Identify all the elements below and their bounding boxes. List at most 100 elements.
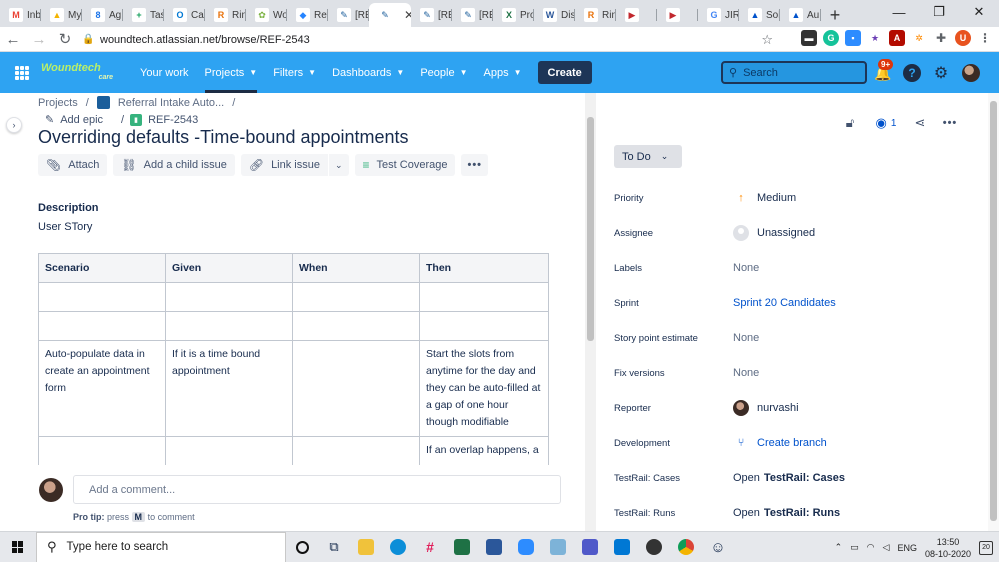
browser-tab[interactable]: ▲ Sol [739, 3, 780, 27]
nav-item-apps[interactable]: Apps ▼ [484, 52, 522, 93]
excel-icon[interactable] [446, 532, 478, 562]
tab-close-icon[interactable]: ✕ [404, 8, 411, 22]
details-scrollbar[interactable] [988, 93, 999, 531]
slack-icon[interactable]: # [414, 532, 446, 562]
issue-title[interactable]: Overriding defaults -Time-bound appointm… [38, 127, 409, 148]
browser-tab[interactable]: 8 Ag [82, 3, 123, 27]
table-cell[interactable] [292, 340, 420, 437]
nav-item-people[interactable]: People ▼ [420, 52, 467, 93]
attach-button[interactable]: 📎︎ Attach [38, 154, 108, 176]
story-type-icon[interactable]: ▮ [130, 113, 143, 126]
browser-tab[interactable]: W Dis [534, 3, 575, 27]
restore-button[interactable]: ❐ [919, 0, 959, 24]
browser-tab[interactable]: ▶ [657, 3, 698, 27]
browser-tab[interactable]: ▲ Au [780, 3, 821, 27]
watch-button[interactable]: ◉ 1 [868, 113, 904, 133]
forward-icon[interactable]: → [26, 31, 52, 48]
grammarly-icon[interactable]: G [823, 30, 839, 46]
expand-sidebar-icon[interactable]: › [6, 117, 22, 133]
bookmark-star-icon[interactable]: ☆ [761, 32, 773, 48]
outlook-icon[interactable] [606, 532, 638, 562]
nav-item-dashboards[interactable]: Dashboards ▼ [332, 52, 404, 93]
taskbar-search[interactable]: ⚲ Type here to search [36, 531, 286, 562]
add-comment-input[interactable]: Add a comment... [73, 475, 561, 504]
browser-tab[interactable]: M Inb [0, 3, 41, 27]
browser-tab[interactable]: ▶ [616, 3, 657, 27]
notification-center-icon[interactable]: 20 [979, 540, 993, 555]
table-cell[interactable] [38, 282, 166, 312]
chevron-up-icon[interactable]: ⌃ [835, 542, 843, 553]
reporter-value[interactable]: nurvashi [733, 400, 799, 416]
url-field[interactable]: 🔒 woundtech.atlassian.net/browse/REF-254… [82, 30, 779, 49]
breadcrumb-projects[interactable]: Projects [38, 97, 78, 109]
browser-tab[interactable]: ✎ ✕ [369, 3, 411, 27]
lock-open-icon[interactable]: 🔓︎ [840, 113, 860, 133]
browser-tab[interactable]: ▲ My [41, 3, 82, 27]
fix-versions-value[interactable]: None [733, 367, 759, 379]
table-cell[interactable]: Start the slots from anytime for the day… [419, 340, 549, 437]
cortana-icon[interactable] [286, 532, 318, 562]
share-icon[interactable]: ⋖ [910, 113, 930, 133]
start-button[interactable] [0, 532, 36, 562]
task-view-icon[interactable]: ⧉ [318, 532, 350, 562]
file-explorer-icon[interactable] [350, 532, 382, 562]
nav-item-filters[interactable]: Filters ▼ [273, 52, 316, 93]
volume-icon[interactable]: ◁ [883, 542, 890, 553]
extension-icon[interactable]: ▬ [801, 30, 817, 46]
search-input[interactable] [743, 66, 854, 79]
browser-tab[interactable]: ✿ Wo [246, 3, 287, 27]
browser-tab[interactable]: R Rin [205, 3, 246, 27]
create-button[interactable]: Create [537, 61, 592, 84]
zoom-extension-icon[interactable]: ▪ [845, 30, 861, 46]
main-scrollbar[interactable] [585, 93, 596, 531]
wifi-icon[interactable]: ◠ [867, 542, 875, 553]
clock[interactable]: 13:50 08-10-2020 [925, 536, 971, 560]
table-cell[interactable] [419, 311, 549, 341]
table-cell[interactable] [419, 282, 549, 312]
profile-icon[interactable]: U [955, 30, 971, 46]
browser-tab[interactable]: O Cal [164, 3, 205, 27]
settings-gear-icon[interactable]: ⚙ [932, 64, 950, 82]
word-icon[interactable] [478, 532, 510, 562]
table-cell[interactable] [292, 311, 420, 341]
zoom-icon[interactable] [510, 532, 542, 562]
menu-kebab-icon[interactable]: ⋮ [977, 30, 993, 46]
battery-icon[interactable]: ▭ [850, 542, 859, 553]
create-branch-link[interactable]: ⑂ Create branch [733, 437, 827, 449]
link-issue-dropdown[interactable]: ⌄ [328, 154, 349, 176]
feedback-icon[interactable]: ☺ [702, 532, 734, 562]
description-text[interactable]: User STory [38, 221, 92, 233]
back-icon[interactable]: ← [0, 31, 26, 48]
issue-key-link[interactable]: REF-2543 [148, 114, 198, 126]
teams-icon[interactable] [574, 532, 606, 562]
add-child-issue-button[interactable]: ⛓︎ Add a child issue [113, 154, 235, 176]
browser-tab[interactable]: ✎ [RE [452, 3, 493, 27]
reload-icon[interactable]: ↻ [52, 30, 78, 48]
more-actions-button[interactable]: ••• [461, 154, 489, 176]
priority-value[interactable]: ↑ Medium [733, 192, 796, 204]
more-horizontal-icon[interactable]: ••• [940, 113, 960, 133]
table-cell[interactable] [165, 282, 293, 312]
nav-item-your-work[interactable]: Your work [140, 52, 189, 93]
table-cell[interactable]: Auto-populate data in create an appointm… [38, 340, 166, 437]
status-dropdown[interactable]: To Do ⌄ [614, 145, 682, 168]
labels-value[interactable]: None [733, 262, 759, 274]
browser-tab[interactable]: R Rin [575, 3, 616, 27]
user-avatar[interactable] [962, 64, 980, 82]
breadcrumb-project[interactable]: Referral Intake Auto... [118, 97, 224, 109]
pdf-extension-icon[interactable]: A [889, 30, 905, 46]
notepad-icon[interactable] [542, 532, 574, 562]
browser-tab[interactable]: + Tas [123, 3, 164, 27]
testrail-cases-link[interactable]: Open TestRail: Cases [733, 472, 845, 484]
table-cell[interactable]: If it is a time bound appointment [165, 340, 293, 437]
browser-tab[interactable]: ◆ Ref [287, 3, 328, 27]
search-field[interactable]: ⚲ [721, 61, 867, 84]
link-issue-button[interactable]: 🔗︎ Link issue [240, 154, 328, 176]
browser-tab[interactable]: ✎ [RE [411, 3, 452, 27]
sprint-link[interactable]: Sprint 20 Candidates [733, 297, 836, 309]
add-epic-link[interactable]: Add epic [60, 114, 103, 126]
test-coverage-button[interactable]: ≡ Test Coverage [354, 154, 456, 176]
testrail-runs-link[interactable]: Open TestRail: Runs [733, 507, 840, 519]
nav-item-projects[interactable]: Projects ▼ [204, 52, 258, 93]
close-window-button[interactable]: ✕ [959, 0, 999, 24]
